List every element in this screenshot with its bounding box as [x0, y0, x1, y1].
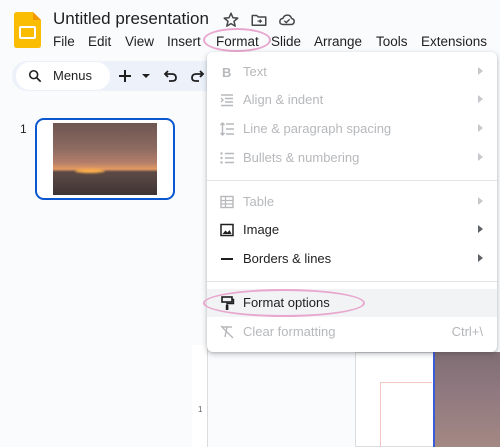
- menu-insert[interactable]: Insert: [167, 34, 201, 49]
- bulleted-list-icon: [219, 150, 235, 166]
- menu-item-label: Clear formatting: [243, 324, 336, 339]
- table-icon: [219, 194, 235, 210]
- menu-file[interactable]: File: [53, 34, 75, 49]
- menu-extensions[interactable]: Extensions: [421, 34, 487, 49]
- slide-image[interactable]: [433, 352, 500, 447]
- format-options-highlight-annotation: [203, 289, 365, 317]
- menu-separator: [207, 281, 497, 282]
- line-spacing-icon: [219, 121, 235, 137]
- cloud-saved-icon[interactable]: [278, 11, 296, 29]
- submenu-arrow-icon: [478, 153, 483, 161]
- text-placeholder[interactable]: [380, 382, 432, 447]
- submenu-arrow-icon: [478, 95, 483, 103]
- submenu-arrow-icon: [478, 225, 483, 233]
- menu-item-label: Table: [243, 194, 275, 209]
- sunset-glow: [75, 169, 105, 173]
- add-icon[interactable]: [117, 68, 133, 84]
- menu-arrange[interactable]: Arrange: [314, 34, 362, 49]
- search-menus-label: Menus: [53, 68, 93, 83]
- menu-item-label: Borders & lines: [243, 251, 332, 266]
- menu-item-image[interactable]: Image: [207, 216, 497, 244]
- svg-text:B: B: [222, 65, 231, 80]
- menu-item-borders-lines[interactable]: Borders & lines: [207, 245, 497, 273]
- submenu-arrow-icon: [478, 67, 483, 75]
- sunset-photo-thumbnail: [53, 123, 157, 195]
- menu-item-align-indent[interactable]: Align & indent: [207, 86, 497, 114]
- star-icon[interactable]: [222, 11, 240, 29]
- menu-item-bullets-numbering[interactable]: Bullets & numbering: [207, 144, 497, 172]
- menu-item-text[interactable]: B Text: [207, 58, 497, 86]
- submenu-arrow-icon: [478, 197, 483, 205]
- document-title[interactable]: Untitled presentation: [53, 9, 209, 29]
- menu-item-label: Text: [243, 64, 267, 79]
- menu-item-label: Bullets & numbering: [243, 150, 360, 165]
- search-menus-button[interactable]: Menus: [16, 62, 110, 90]
- menu-slide[interactable]: Slide: [271, 34, 301, 49]
- menu-item-line-spacing[interactable]: Line & paragraph spacing: [207, 115, 497, 143]
- vertical-ruler: [192, 345, 208, 447]
- menu-edit[interactable]: Edit: [88, 34, 111, 49]
- menu-view[interactable]: View: [125, 34, 154, 49]
- search-icon: [28, 69, 42, 83]
- move-to-folder-icon[interactable]: [250, 11, 268, 29]
- menu-item-clear-formatting[interactable]: Clear formatting Ctrl+\: [207, 318, 497, 346]
- submenu-arrow-icon: [478, 254, 483, 262]
- redo-icon[interactable]: [190, 68, 206, 84]
- ruler-tick-label: 1: [198, 405, 203, 414]
- align-indent-icon: [219, 92, 235, 108]
- format-menu-highlight-annotation: [203, 28, 271, 52]
- clear-formatting-icon: [219, 324, 235, 340]
- menu-item-table[interactable]: Table: [207, 188, 497, 216]
- slide-thumbnail[interactable]: [35, 118, 175, 200]
- submenu-arrow-icon: [478, 124, 483, 132]
- menu-item-label: Align & indent: [243, 92, 324, 107]
- menu-separator: [207, 180, 497, 181]
- line-icon: [219, 251, 235, 267]
- menu-tools[interactable]: Tools: [376, 34, 408, 49]
- undo-icon[interactable]: [162, 68, 178, 84]
- menu-item-label: Line & paragraph spacing: [243, 121, 392, 136]
- bold-icon: B: [219, 64, 235, 80]
- menu-item-label: Image: [243, 222, 280, 237]
- slide-number: 1: [20, 122, 27, 136]
- image-icon: [219, 222, 235, 238]
- dropdown-arrow-icon[interactable]: [138, 68, 154, 84]
- keyboard-shortcut: Ctrl+\: [451, 324, 483, 339]
